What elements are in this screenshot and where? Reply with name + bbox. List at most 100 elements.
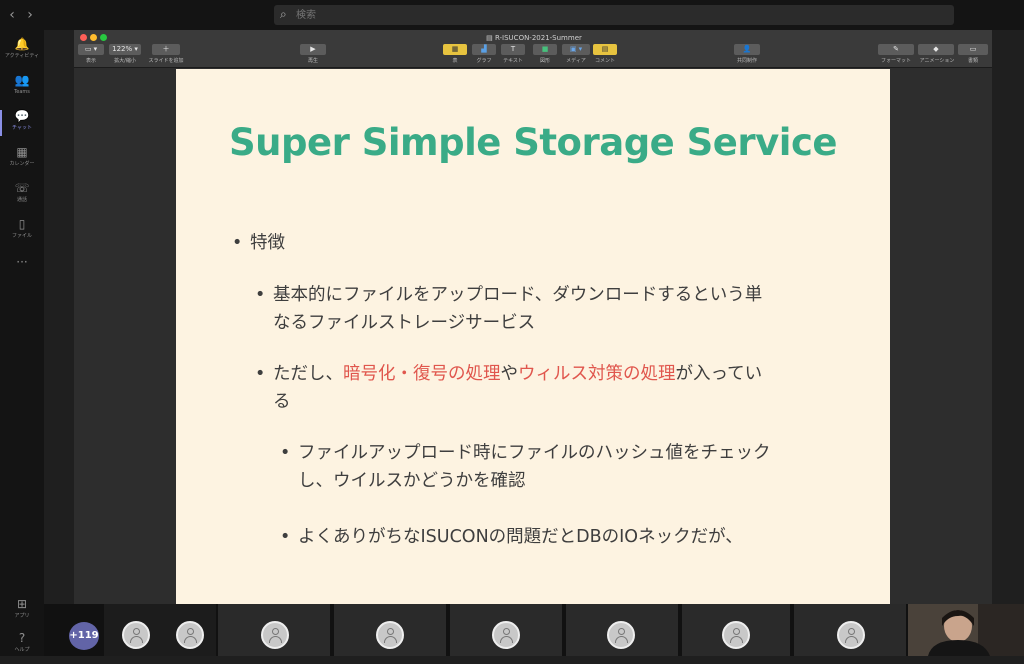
media-icon: ▣ ▾ xyxy=(569,45,583,53)
more-participants-badge[interactable]: +119 xyxy=(69,622,99,650)
document-panel-icon: ▭ xyxy=(969,45,977,53)
avatar-icon xyxy=(722,621,750,649)
slide-title: Super Simple Storage Service xyxy=(229,121,837,164)
help-icon: ? xyxy=(18,631,26,645)
search-icon: ⌕ xyxy=(280,7,287,21)
teams-icon: 👥 xyxy=(14,73,30,87)
file-icon: ▯ xyxy=(18,217,26,231)
slide-canvas[interactable]: Super Simple Storage Service • 特徴 • 基本的に… xyxy=(176,69,890,604)
comment-label: コメント xyxy=(594,58,615,64)
avatar-icon xyxy=(837,621,865,649)
self-video-tile[interactable] xyxy=(908,604,1024,656)
rail-item-chat[interactable]: 💬 チャット xyxy=(0,108,44,142)
view-label: 表示 xyxy=(85,58,96,64)
media-label: メディア xyxy=(566,58,586,64)
chevron-down-icon: ▾ xyxy=(132,45,138,53)
comment-icon: ▤ xyxy=(601,45,609,53)
avatar-icon xyxy=(176,621,204,649)
table-button[interactable]: ▦ xyxy=(443,44,467,55)
search-box[interactable]: ⌕ xyxy=(274,5,954,25)
close-window-icon[interactable] xyxy=(80,34,87,41)
shape-button[interactable]: ■ xyxy=(533,44,557,55)
zoom-select[interactable]: 122% ▾ xyxy=(109,44,141,55)
animate-icon: ◆ xyxy=(933,45,939,53)
animate-button[interactable]: ◆ xyxy=(918,44,954,55)
document-title: ▤ R-ISUCON-2021-Summer xyxy=(454,32,614,44)
rail-item-label: カレンダー xyxy=(9,161,35,167)
play-button[interactable]: ▶ xyxy=(300,44,326,55)
document-label: 書類 xyxy=(967,58,978,64)
sidebar-icon: ▭ ▾ xyxy=(84,45,98,53)
shape-label: 図形 xyxy=(539,58,550,64)
rail-item-more[interactable]: ··· xyxy=(0,254,44,288)
bullet-text-line: し、ウイルスかどうかを確認 xyxy=(298,471,526,491)
format-label: フォーマット xyxy=(880,58,911,64)
play-icon: ▶ xyxy=(310,45,316,53)
back-icon[interactable]: ‹ xyxy=(4,6,20,24)
bullet-text-line: よくありがちなISUCONの問題だとDBのIOネックだが、 xyxy=(298,527,743,547)
rail-item-files[interactable]: ▯ ファイル xyxy=(0,216,44,250)
table-label: 表 xyxy=(452,58,458,64)
bullet-dot: • xyxy=(280,443,291,463)
zoom-value: 122% xyxy=(112,45,133,53)
rail-item-label: 通話 xyxy=(16,197,27,203)
search-input[interactable] xyxy=(296,7,936,23)
keynote-toolbar: ▤ R-ISUCON-2021-Summer ▭ ▾ 表示 122% ▾ 拡大/… xyxy=(74,30,992,68)
rail-item-calendar[interactable]: ▦ カレンダー xyxy=(0,144,44,178)
table-icon: ▦ xyxy=(451,45,459,53)
rail-item-activity[interactable]: 🔔 アクティビティ xyxy=(0,36,44,70)
bullet-dot: • xyxy=(280,527,291,547)
text-icon: T xyxy=(510,45,516,53)
zoom-label: 拡大/縮小 xyxy=(114,58,136,64)
text-run: ただし、 xyxy=(273,364,343,384)
calendar-icon: ▦ xyxy=(16,145,28,159)
comment-button[interactable]: ▤ xyxy=(593,44,617,55)
chart-label: グラフ xyxy=(476,58,492,64)
apps-icon: ⊞ xyxy=(16,597,28,611)
bullet-text-line: る xyxy=(273,392,291,412)
bullet-dot: • xyxy=(255,364,266,384)
collaborate-icon: 👤 xyxy=(742,45,752,53)
avatar-icon xyxy=(492,621,520,649)
bullet-level3: • よくありがちなISUCONの問題だとDBのIOネックだが、 xyxy=(280,523,858,551)
document-icon: ▤ xyxy=(486,34,495,42)
collaborate-button[interactable]: 👤 xyxy=(734,44,760,55)
app-rail: 🔔 アクティビティ 👥 Teams 💬 チャット ▦ カレンダー ☏ 通話 ▯ … xyxy=(0,30,44,656)
bullet-text-line: 基本的にファイルをアップロード、ダウンロードするという単 xyxy=(273,285,763,305)
bullet-level2: • ただし、暗号化・復号の処理やウィルス対策の処理が入ってい る xyxy=(255,360,843,416)
text-button[interactable]: T xyxy=(501,44,525,55)
text-label: テキスト xyxy=(503,58,523,64)
avatar-icon xyxy=(376,621,404,649)
bullet-level2: • 基本的にファイルをアップロード、ダウンロードするという単 なるファイルストレ… xyxy=(255,281,843,337)
chart-button[interactable]: ▟ xyxy=(472,44,496,55)
rail-item-calls[interactable]: ☏ 通話 xyxy=(0,180,44,214)
chart-icon: ▟ xyxy=(481,45,487,53)
avatar-icon xyxy=(261,621,289,649)
phone-icon: ☏ xyxy=(14,181,30,195)
highlight-text: 暗号化・復号の処理 xyxy=(343,364,501,384)
animate-label: アニメーション xyxy=(919,58,955,64)
add-slide-button[interactable]: ＋ xyxy=(152,44,180,55)
rail-item-label: Teams xyxy=(14,89,30,95)
document-button[interactable]: ▭ xyxy=(958,44,988,55)
view-button[interactable]: ▭ ▾ xyxy=(78,44,104,55)
format-button[interactable]: ✎ xyxy=(878,44,914,55)
avatar-icon xyxy=(122,621,150,649)
bullet-text-line: なるファイルストレージサービス xyxy=(273,313,536,333)
rail-item-label: アプリ xyxy=(14,613,30,619)
media-button[interactable]: ▣ ▾ xyxy=(562,44,590,55)
rail-item-help[interactable]: ? ヘルプ xyxy=(0,630,44,664)
rail-item-label: チャット xyxy=(12,125,32,131)
rail-item-teams[interactable]: 👥 Teams xyxy=(0,72,44,106)
minimize-window-icon[interactable] xyxy=(90,34,97,41)
document-title-text: R-ISUCON-2021-Summer xyxy=(494,34,582,42)
rail-item-label: ファイル xyxy=(11,233,32,239)
presenter-video-icon xyxy=(908,604,1024,656)
bullet-dot: • xyxy=(232,233,243,253)
rail-item-apps[interactable]: ⊞ アプリ xyxy=(0,596,44,630)
highlight-text: ウィルス対策の処理 xyxy=(518,364,676,384)
zoom-window-icon[interactable] xyxy=(100,34,107,41)
chat-icon: 💬 xyxy=(14,109,30,123)
paintbrush-icon: ✎ xyxy=(893,45,899,53)
forward-icon[interactable]: › xyxy=(22,6,38,24)
